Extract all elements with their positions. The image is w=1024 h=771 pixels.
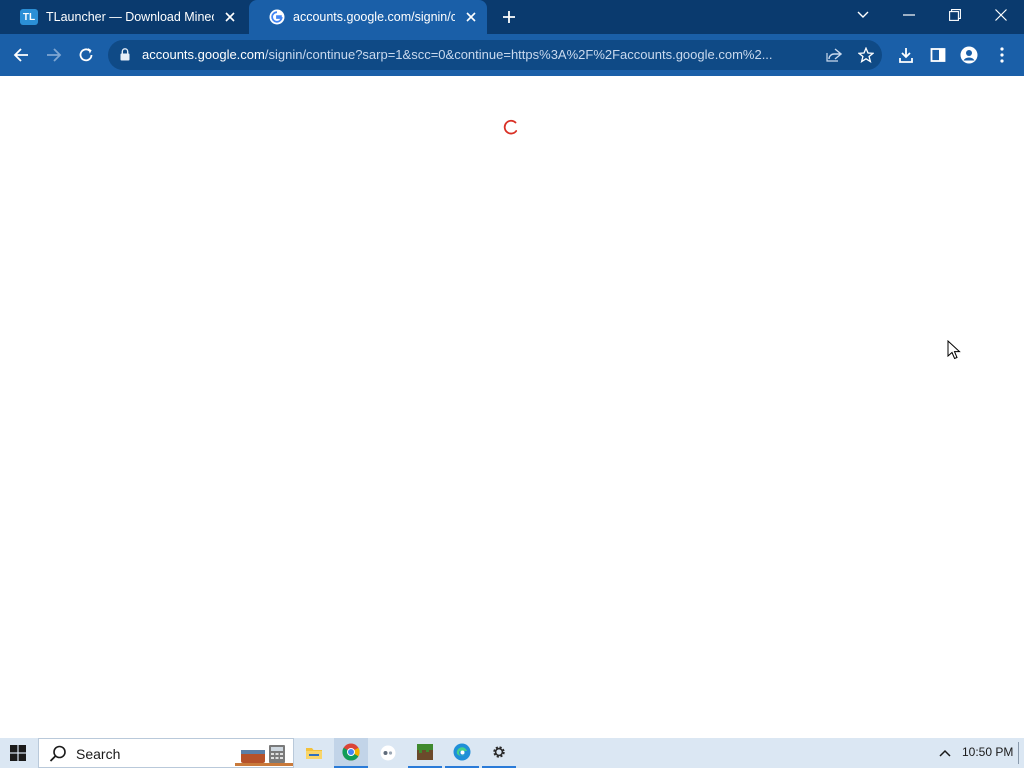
back-button[interactable] bbox=[8, 42, 34, 68]
url-host: accounts.google.com bbox=[142, 47, 265, 62]
search-highlight-image-icon bbox=[235, 742, 293, 766]
browser-titlebar: TL TLauncher — Download Minecraft accoun… bbox=[0, 0, 1024, 34]
chrome-icon[interactable] bbox=[334, 738, 368, 768]
close-tab-icon[interactable] bbox=[222, 9, 238, 25]
show-desktop-button[interactable] bbox=[1018, 742, 1019, 764]
minecraft-icon[interactable] bbox=[408, 738, 442, 768]
tab-title: TLauncher — Download Minecraft bbox=[46, 10, 214, 24]
tab-title: accounts.google.com/signin/continue bbox=[293, 10, 455, 24]
tlauncher-logo-icon: TL bbox=[20, 9, 38, 25]
loading-spinner-icon bbox=[502, 118, 520, 136]
file-explorer-icon[interactable] bbox=[297, 738, 331, 768]
close-tab-icon[interactable] bbox=[463, 9, 479, 25]
system-clock[interactable]: 10:50 PM bbox=[962, 745, 1013, 759]
minimize-button[interactable] bbox=[886, 0, 932, 30]
forward-button[interactable] bbox=[41, 42, 67, 68]
search-icon bbox=[49, 745, 67, 763]
profile-avatar-icon[interactable] bbox=[958, 44, 980, 66]
restore-button[interactable] bbox=[932, 0, 978, 30]
bookmark-star-icon[interactable] bbox=[856, 45, 876, 65]
taskbar-search-box[interactable]: Search bbox=[38, 738, 294, 768]
lock-icon[interactable] bbox=[118, 47, 132, 63]
mouse-cursor-icon bbox=[947, 339, 963, 362]
url-text[interactable]: accounts.google.com/signin/continue?sarp… bbox=[142, 47, 812, 63]
tab-google-signin[interactable]: accounts.google.com/signin/continue bbox=[249, 0, 487, 34]
windows-taskbar: Search 10:50 PM bbox=[0, 738, 1024, 768]
capture-app-icon[interactable] bbox=[371, 738, 405, 768]
menu-kebab-icon[interactable] bbox=[991, 44, 1013, 66]
page-content bbox=[0, 76, 1024, 738]
tab-tlauncher[interactable]: TL TLauncher — Download Minecraft bbox=[0, 0, 246, 34]
google-g-icon bbox=[269, 9, 285, 25]
reload-button[interactable] bbox=[73, 42, 99, 68]
close-window-button[interactable] bbox=[978, 0, 1024, 30]
new-tab-button[interactable] bbox=[499, 7, 519, 27]
download-icon[interactable] bbox=[895, 44, 917, 66]
url-path: /signin/continue?sarp=1&scc=0&continue=h… bbox=[264, 47, 773, 62]
chevron-up-icon[interactable] bbox=[934, 744, 956, 762]
start-button[interactable] bbox=[0, 738, 36, 768]
search-placeholder: Search bbox=[76, 746, 121, 762]
share-icon[interactable] bbox=[824, 45, 844, 65]
side-panel-icon[interactable] bbox=[927, 44, 949, 66]
tab-search-button[interactable] bbox=[840, 0, 886, 30]
settings-icon[interactable] bbox=[482, 738, 516, 768]
edge-icon[interactable] bbox=[445, 738, 479, 768]
